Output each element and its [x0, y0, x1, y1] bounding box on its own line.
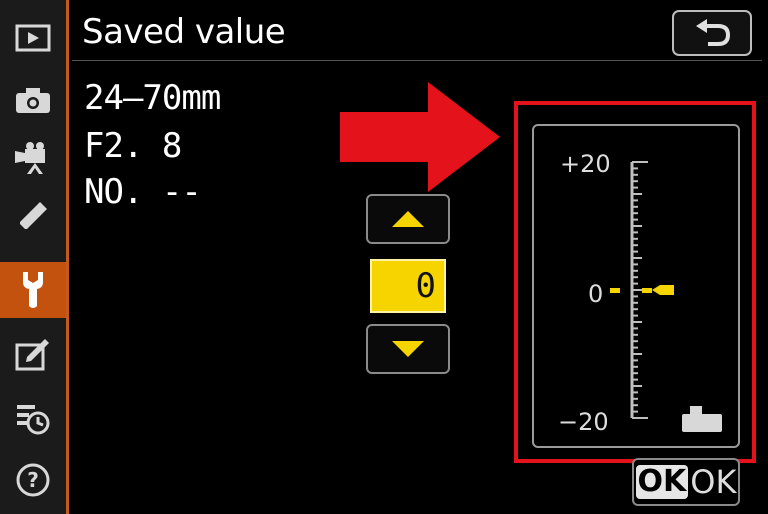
sidebar-item-my-menu[interactable] [0, 390, 66, 446]
gauge-zero-label: 0 [588, 280, 604, 308]
lens-focal-length: 24–70mm [84, 78, 221, 118]
sidebar-item-movie-shooting[interactable] [0, 130, 66, 186]
sidebar-item-playback[interactable] [0, 10, 66, 66]
my-menu-icon [17, 405, 50, 435]
retouch-icon [15, 339, 49, 371]
gauge-min-label: −20 [558, 408, 609, 436]
up-triangle-icon [392, 211, 424, 227]
page-title: Saved value [82, 12, 286, 52]
camera-body-icon [682, 406, 722, 432]
fine-tune-value[interactable]: 0 [370, 259, 446, 313]
gauge-zero-marker-left [610, 288, 620, 293]
sidebar-item-setup[interactable] [0, 262, 66, 318]
sidebar-item-retouch[interactable] [0, 326, 66, 382]
help-icon: ? [16, 463, 50, 497]
sidebar-item-photo-shooting[interactable] [0, 72, 66, 128]
movie-camera-icon [15, 142, 45, 174]
svg-text:?: ? [27, 468, 39, 492]
ok-button[interactable]: OK OK [632, 458, 740, 506]
annotation-arrow [340, 82, 500, 192]
down-triangle-icon [392, 341, 424, 357]
sidebar-item-help[interactable]: ? [0, 452, 66, 508]
fine-tune-gauge: +20 0 −20 [532, 124, 740, 448]
camera-icon [16, 88, 50, 113]
ok-button-badge: OK [635, 464, 689, 499]
wrench-icon [23, 272, 43, 308]
lens-aperture: F2. 8 [84, 126, 182, 166]
playback-icon [15, 24, 51, 52]
gauge-value-pointer [652, 285, 674, 295]
gauge-zero-marker-right [642, 288, 652, 293]
pencil-icon [20, 202, 47, 229]
decrease-button[interactable] [366, 324, 450, 374]
lens-number: NO. -- [84, 172, 202, 212]
back-arrow-icon [696, 19, 731, 46]
ok-button-label: OK [690, 463, 737, 501]
sidebar-item-custom-settings[interactable] [0, 188, 66, 244]
back-button[interactable] [672, 10, 752, 56]
sidebar-divider [66, 0, 69, 514]
gauge-max-label: +20 [560, 150, 611, 178]
header-divider [72, 60, 762, 61]
menu-sidebar: ? [0, 0, 66, 514]
increase-button[interactable] [366, 194, 450, 244]
